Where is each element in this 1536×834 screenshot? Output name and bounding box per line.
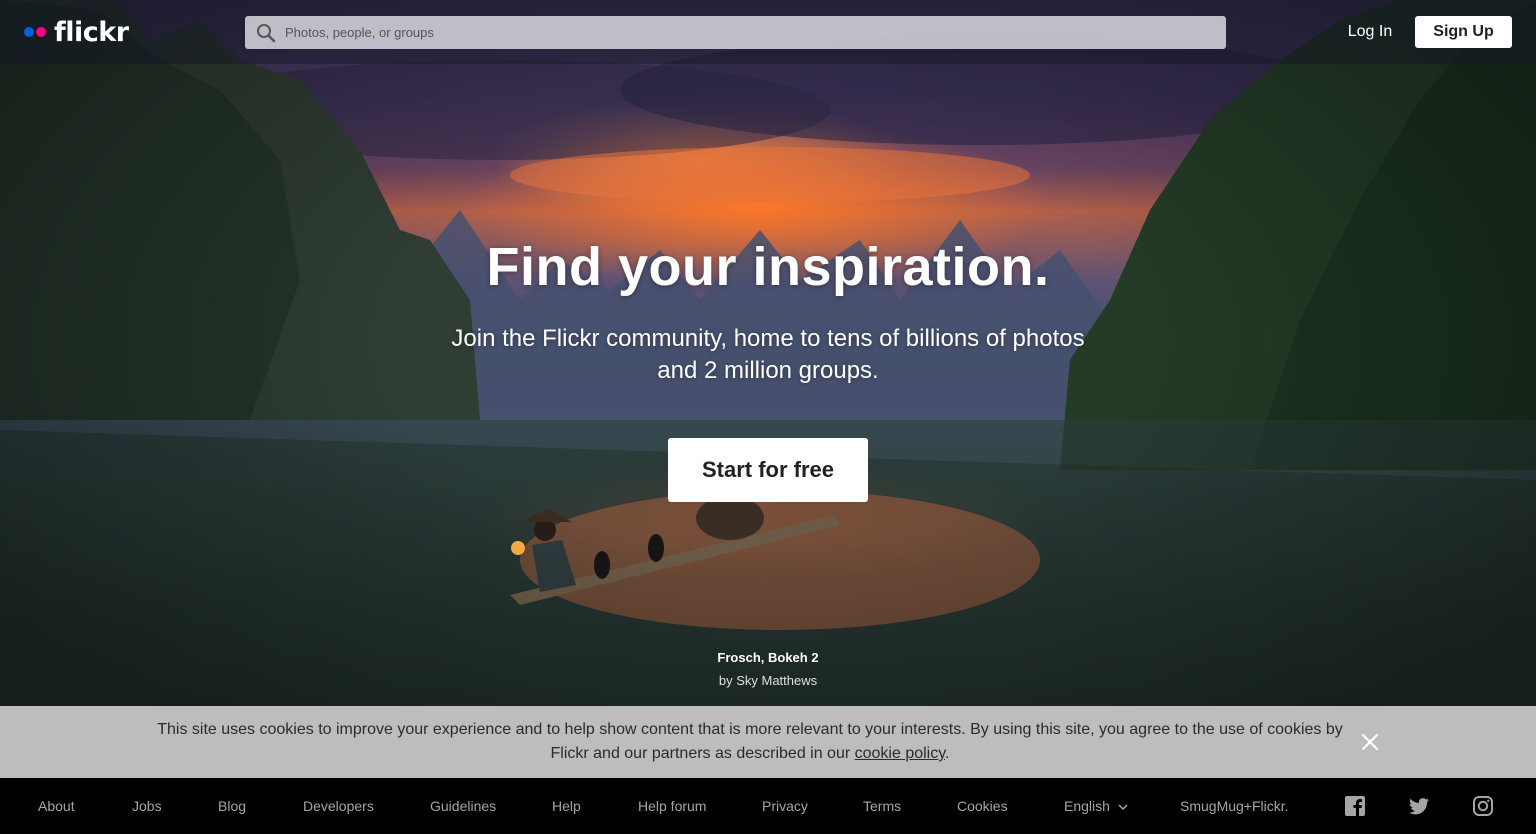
- footer-link-developers[interactable]: Developers: [303, 797, 374, 815]
- photo-credit-author[interactable]: Sky Matthews: [736, 673, 817, 688]
- cookie-policy-link[interactable]: cookie policy: [855, 745, 945, 762]
- footer-link-blog[interactable]: Blog: [218, 797, 246, 815]
- close-icon[interactable]: [1358, 730, 1382, 754]
- logo-blue-dot-icon: [24, 27, 34, 37]
- hero-subheadline: Join the Flickr community, home to tens …: [451, 325, 1085, 384]
- signup-button[interactable]: Sign Up: [1415, 16, 1512, 48]
- search-bar[interactable]: [245, 16, 1226, 49]
- start-for-free-button[interactable]: Start for free: [668, 438, 868, 502]
- search-input[interactable]: [285, 16, 1215, 49]
- hero-headline: Find your inspiration.: [486, 237, 1050, 297]
- footer-link-about[interactable]: About: [38, 797, 75, 815]
- language-selector-label: English: [1064, 798, 1110, 814]
- logo-wordmark: flickr: [54, 16, 129, 48]
- footer-link-smugmug[interactable]: SmugMug+Flickr.: [1180, 797, 1289, 815]
- flickr-logo[interactable]: flickr: [24, 16, 129, 48]
- logo-pink-dot-icon: [36, 27, 46, 37]
- footer-link-terms[interactable]: Terms: [863, 797, 901, 815]
- footer: About Jobs Blog Developers Guidelines He…: [0, 778, 1536, 834]
- chevron-down-icon: [1118, 804, 1128, 811]
- cookie-text-main: This site uses cookies to improve your e…: [157, 721, 1343, 762]
- photo-credit-by: by: [718, 673, 733, 688]
- footer-link-privacy[interactable]: Privacy: [762, 797, 808, 815]
- search-icon[interactable]: [256, 23, 276, 43]
- language-selector[interactable]: English: [1064, 797, 1128, 815]
- footer-link-jobs[interactable]: Jobs: [132, 797, 162, 815]
- footer-link-guidelines[interactable]: Guidelines: [430, 797, 496, 815]
- login-button[interactable]: Log In: [1336, 20, 1404, 44]
- footer-link-help-forum[interactable]: Help forum: [638, 797, 706, 815]
- footer-link-help[interactable]: Help: [552, 797, 581, 815]
- facebook-icon[interactable]: [1344, 795, 1366, 817]
- twitter-icon[interactable]: [1408, 795, 1430, 817]
- photo-credit: Frosch, Bokeh 2 by Sky Matthews: [618, 646, 918, 692]
- footer-link-cookies[interactable]: Cookies: [957, 797, 1008, 815]
- top-navigation-bar: flickr Log In Sign Up: [0, 0, 1536, 64]
- cookie-text-end: .: [945, 745, 950, 762]
- cookie-banner-text: This site uses cookies to improve your e…: [150, 718, 1350, 766]
- photo-credit-title[interactable]: Frosch, Bokeh 2: [717, 650, 818, 665]
- instagram-icon[interactable]: [1472, 795, 1494, 817]
- cookie-banner: This site uses cookies to improve your e…: [0, 706, 1536, 778]
